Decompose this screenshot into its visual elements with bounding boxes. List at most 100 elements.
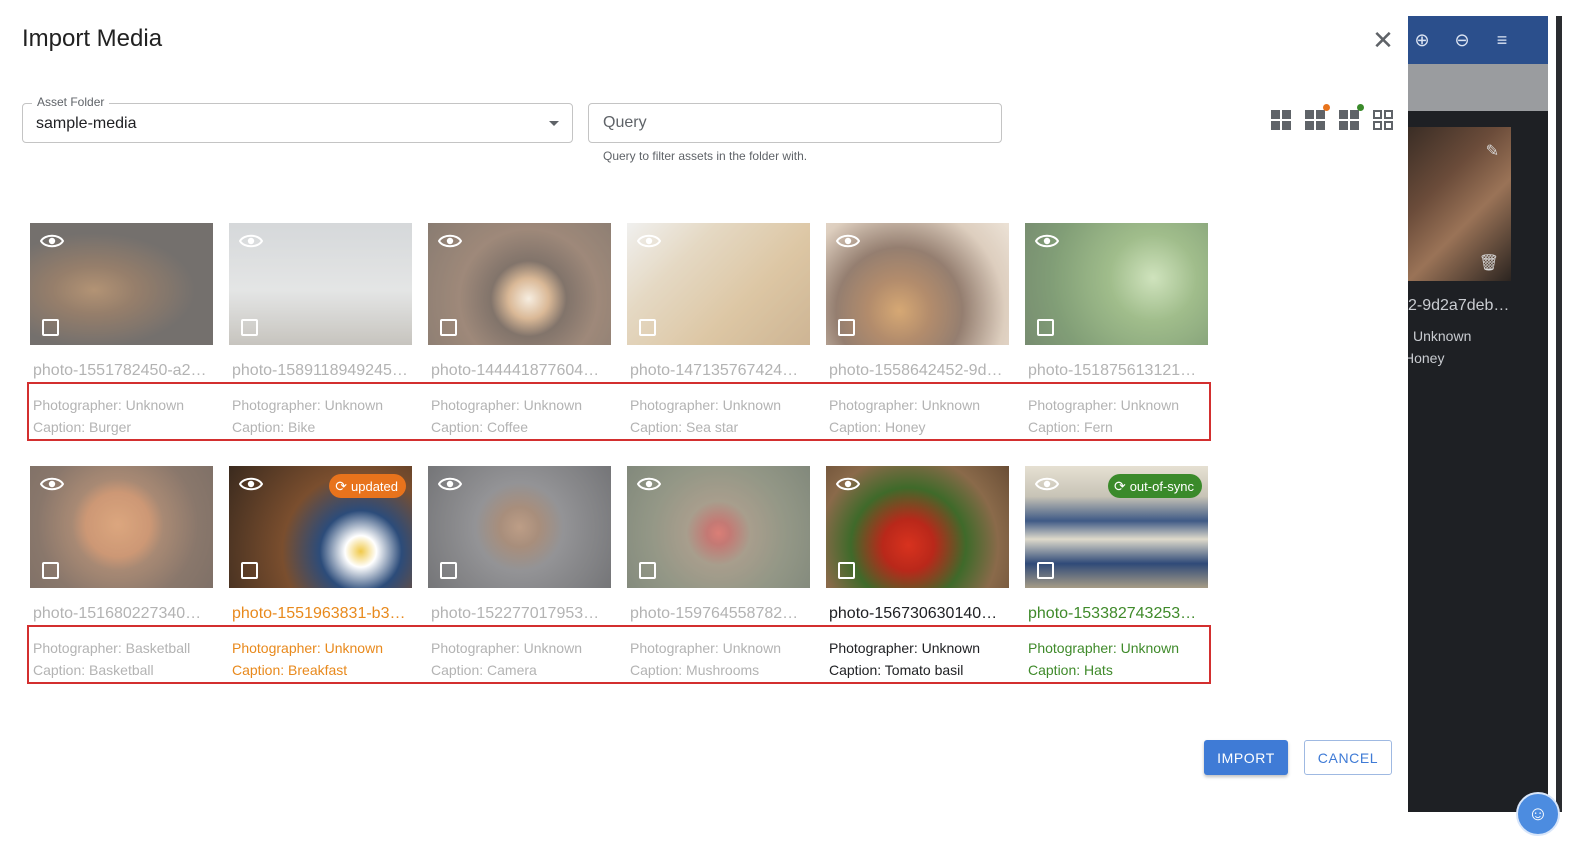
- media-filename: photo-1558642452-9d…: [829, 362, 1003, 379]
- media-card[interactable]: photo-1589118949245… Photographer: Unkno…: [229, 223, 412, 435]
- orange-status-dot: [1323, 104, 1330, 111]
- select-checkbox[interactable]: [838, 562, 855, 579]
- zoom-out-icon[interactable]: ⊖: [1452, 30, 1472, 51]
- highlight-box-row-2: [27, 625, 1211, 684]
- media-filename: photo-1522770179533…: [431, 605, 608, 622]
- preview-eye-icon[interactable]: [836, 233, 860, 249]
- background-top-strip: [1408, 0, 1575, 16]
- preview-eye-icon[interactable]: [40, 476, 64, 492]
- preview-eye-icon[interactable]: [40, 233, 64, 249]
- media-thumbnail[interactable]: [30, 466, 213, 588]
- media-filename: photo-1516802273409…: [33, 605, 210, 622]
- media-thumbnail[interactable]: [826, 223, 1009, 345]
- highlight-box-row-1: [27, 382, 1211, 441]
- query-input[interactable]: [589, 104, 1001, 142]
- trash-icon[interactable]: 🗑: [1479, 253, 1499, 273]
- select-checkbox[interactable]: [639, 562, 656, 579]
- background-caption: Honey: [1404, 350, 1445, 366]
- media-thumbnail[interactable]: [428, 223, 611, 345]
- updated-badge: ⟳ updated: [329, 474, 406, 498]
- preview-eye-icon[interactable]: [637, 233, 661, 249]
- media-card[interactable]: ⟳ out-of-sync photo-1533827432537… Photo…: [1025, 466, 1208, 678]
- select-checkbox[interactable]: [241, 319, 258, 336]
- asset-folder-label: Asset Folder: [32, 95, 110, 109]
- out-of-sync-badge: ⟳ out-of-sync: [1107, 474, 1202, 498]
- view-outline-grid-icon[interactable]: [1373, 110, 1395, 132]
- close-icon[interactable]: ✕: [1370, 27, 1396, 53]
- view-grid-green-dot-icon[interactable]: [1339, 104, 1364, 132]
- media-thumbnail[interactable]: [627, 223, 810, 345]
- media-card[interactable]: photo-1522770179533… Photographer: Unkno…: [428, 466, 611, 678]
- cancel-button[interactable]: CANCEL: [1304, 740, 1392, 775]
- chatbot-icon[interactable]: ☺: [1516, 792, 1560, 836]
- media-card[interactable]: photo-1471357674240… Photographer: Unkno…: [627, 223, 810, 435]
- select-checkbox[interactable]: [42, 319, 59, 336]
- zoom-in-icon[interactable]: ⊕: [1412, 30, 1432, 51]
- media-filename: photo-1597645587822…: [630, 605, 807, 622]
- media-thumbnail[interactable]: ⟳ out-of-sync: [1025, 466, 1208, 588]
- menu-icon[interactable]: ≡: [1492, 30, 1512, 51]
- sync-icon: ⟳: [335, 477, 347, 494]
- select-checkbox[interactable]: [1037, 562, 1054, 579]
- background-filename: 2-9d2a7deb…: [1408, 297, 1510, 314]
- background-scrollbar[interactable]: [1556, 16, 1562, 812]
- media-thumbnail[interactable]: [826, 466, 1009, 588]
- view-grid-orange-dot-icon[interactable]: [1305, 104, 1330, 132]
- query-hint: Query to filter assets in the folder wit…: [603, 149, 808, 163]
- media-filename: photo-1533827432537…: [1028, 605, 1205, 622]
- media-filename: photo-1551782450-a2…: [33, 362, 207, 379]
- import-button[interactable]: IMPORT: [1204, 740, 1288, 775]
- badge-label: updated: [351, 478, 398, 494]
- view-large-grid-icon[interactable]: [1271, 110, 1293, 132]
- preview-eye-icon[interactable]: [438, 233, 462, 249]
- media-thumbnail[interactable]: [627, 466, 810, 588]
- badge-label: out-of-sync: [1129, 478, 1194, 494]
- media-thumbnail[interactable]: ⟳ updated: [229, 466, 412, 588]
- select-checkbox[interactable]: [440, 319, 457, 336]
- select-checkbox[interactable]: [241, 562, 258, 579]
- media-filename: photo-1567306301408…: [829, 605, 1006, 622]
- media-card[interactable]: ⟳ updated photo-1551963831-b3… Photograp…: [229, 466, 412, 678]
- edit-pencil-icon[interactable]: ✎: [1486, 141, 1499, 161]
- asset-folder-value: sample-media: [36, 115, 137, 132]
- preview-eye-icon[interactable]: [836, 476, 860, 492]
- background-grey-bar: [1408, 64, 1548, 111]
- media-card[interactable]: photo-1597645587822… Photographer: Unkno…: [627, 466, 810, 678]
- query-field[interactable]: [588, 103, 1002, 143]
- media-card[interactable]: photo-1444418776041… Photographer: Unkno…: [428, 223, 611, 435]
- background-app: ⊕ ⊖ ≡ ✎ 🗑 2-9d2a7deb… Unknown Honey ☺: [1404, 0, 1575, 849]
- media-card[interactable]: photo-1551782450-a2… Photographer: Unkno…: [30, 223, 213, 435]
- select-checkbox[interactable]: [1037, 319, 1054, 336]
- preview-eye-icon[interactable]: [637, 476, 661, 492]
- preview-eye-icon[interactable]: [239, 476, 263, 492]
- select-checkbox[interactable]: [838, 319, 855, 336]
- media-thumbnail[interactable]: [30, 223, 213, 345]
- background-photographer: Unknown: [1413, 328, 1472, 344]
- asset-folder-select[interactable]: Asset Folder sample-media: [22, 95, 573, 143]
- sync-icon: ⟳: [1113, 477, 1126, 494]
- preview-eye-icon[interactable]: [1035, 233, 1059, 249]
- chevron-down-icon: [549, 121, 559, 126]
- media-filename: photo-1589118949245…: [232, 362, 408, 379]
- dialog-title: Import Media: [22, 25, 163, 52]
- media-card[interactable]: photo-1558642452-9d… Photographer: Unkno…: [826, 223, 1009, 435]
- preview-eye-icon[interactable]: [438, 476, 462, 492]
- preview-eye-icon[interactable]: [1035, 476, 1059, 492]
- media-thumbnail[interactable]: [428, 466, 611, 588]
- media-filename: photo-1471357674240…: [630, 362, 807, 379]
- background-toolbar: ⊕ ⊖ ≡: [1408, 16, 1548, 64]
- media-card[interactable]: photo-1516802273409… Photographer: Baske…: [30, 466, 213, 678]
- media-filename: photo-1444418776041…: [431, 362, 608, 379]
- preview-eye-icon[interactable]: [239, 233, 263, 249]
- select-checkbox[interactable]: [440, 562, 457, 579]
- media-card[interactable]: photo-1518756131217… Photographer: Unkno…: [1025, 223, 1208, 435]
- select-checkbox[interactable]: [42, 562, 59, 579]
- media-card[interactable]: photo-1567306301408… Photographer: Unkno…: [826, 466, 1009, 678]
- media-filename: photo-1518756131217…: [1028, 362, 1205, 379]
- media-filename: photo-1551963831-b3…: [232, 605, 406, 622]
- media-thumbnail[interactable]: [229, 223, 412, 345]
- media-thumbnail[interactable]: [1025, 223, 1208, 345]
- select-checkbox[interactable]: [639, 319, 656, 336]
- background-thumbnail[interactable]: ✎ 🗑: [1408, 127, 1511, 281]
- screen: ⊕ ⊖ ≡ ✎ 🗑 2-9d2a7deb… Unknown Honey ☺ Im…: [0, 0, 1575, 849]
